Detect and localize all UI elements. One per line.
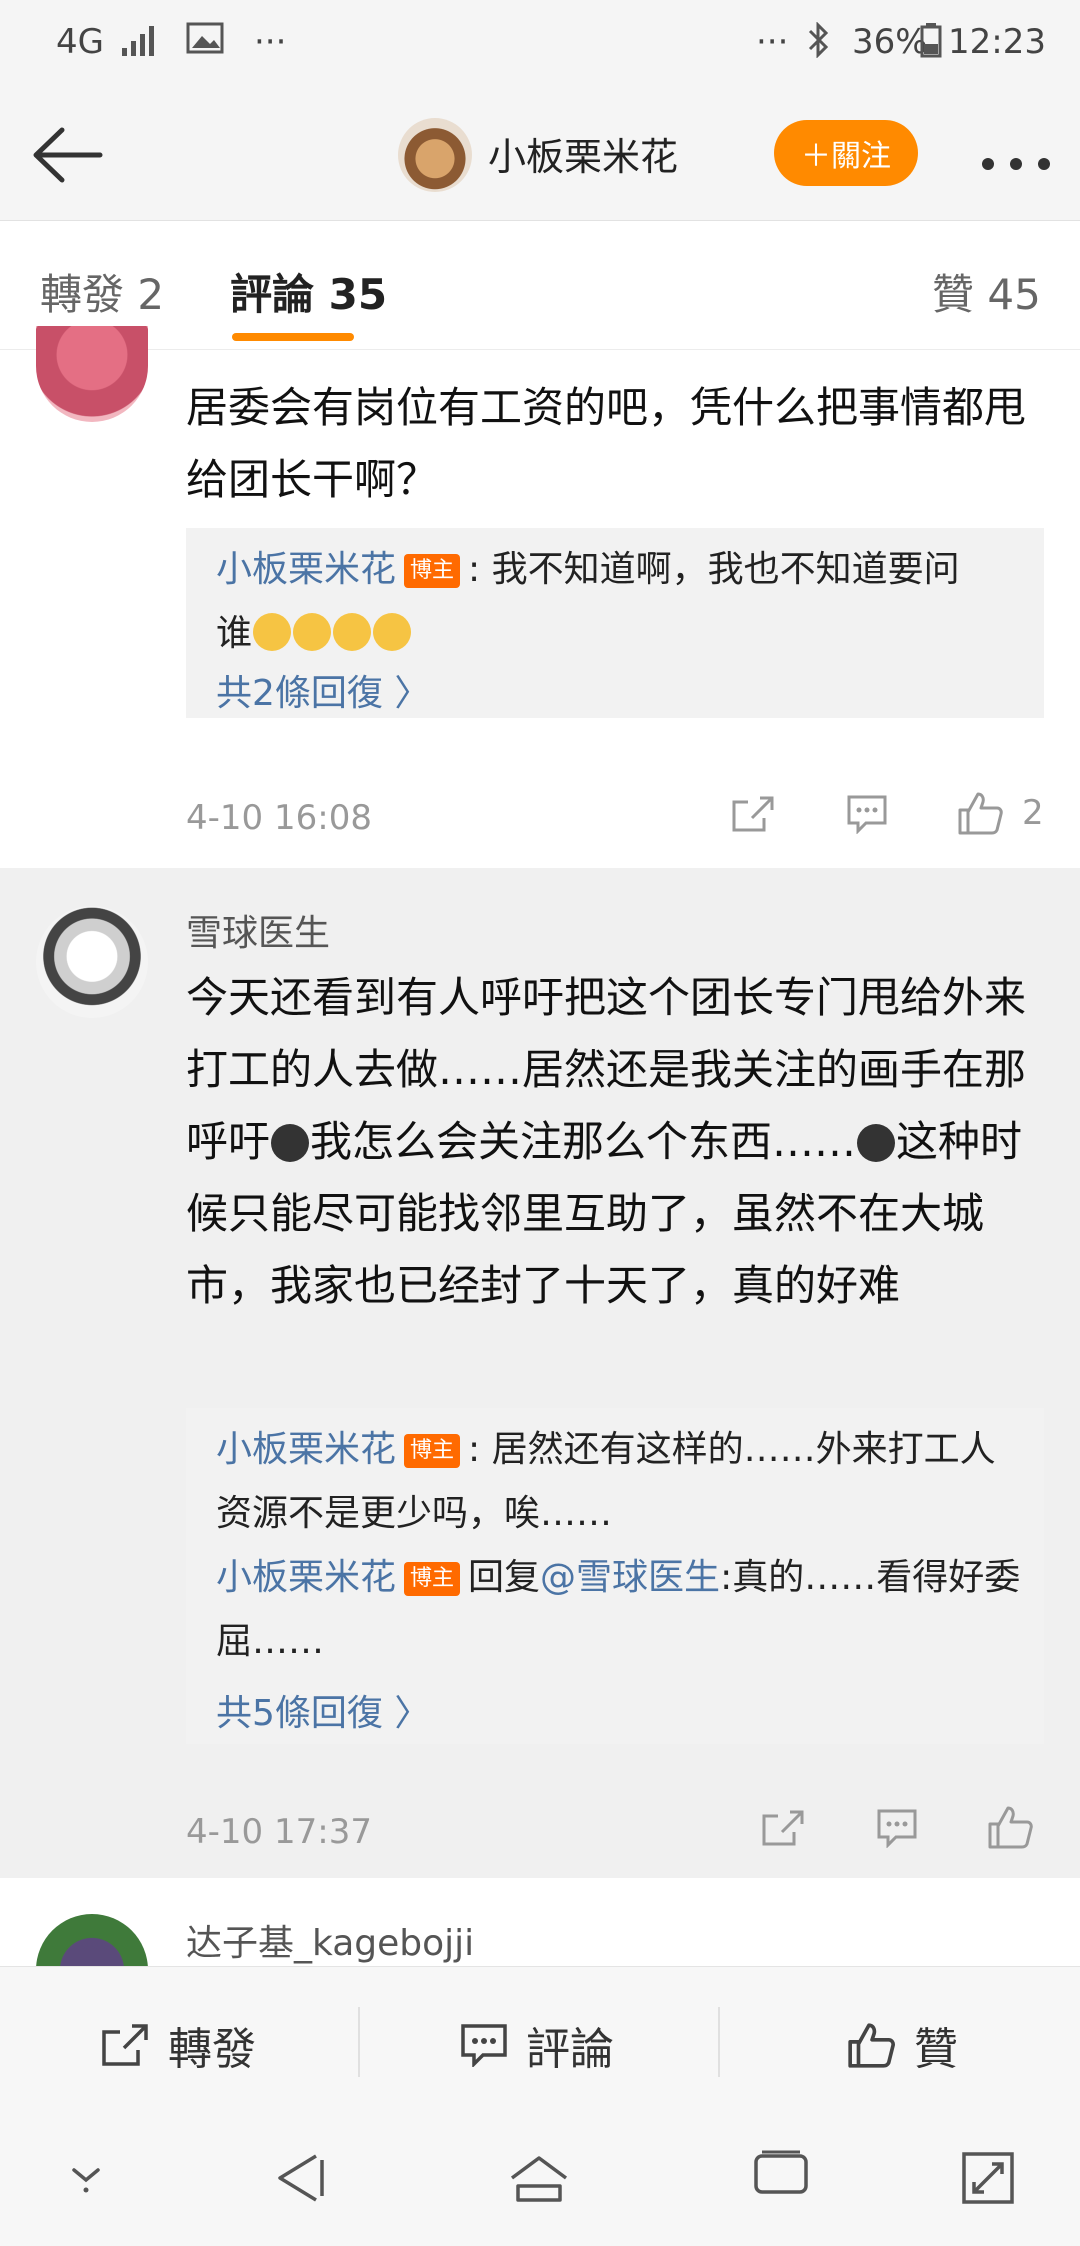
comment-text: 今天还看到有人呼吁把这个团长专门甩给外来打工的人去做……居然还是我关注的画手在那… [186,962,1046,1322]
chevron-down-icon[interactable] [62,2150,110,2202]
thumbs-up-icon [848,2023,895,2068]
nav-home-icon[interactable] [508,2150,570,2210]
crying-emoji-icon [293,613,332,651]
comment-time: 4-10 17:37 [186,1812,372,1852]
more-icon[interactable] [980,134,1052,185]
crying-emoji-icon [253,613,292,651]
mention-link[interactable]: @雪球医生 [540,1557,720,1598]
tab-comments[interactable]: 評論 35 [230,261,387,322]
like-button[interactable]: 2 [956,790,1044,836]
back-arrow-icon[interactable] [28,120,108,190]
system-nav-bar [0,2116,1080,2246]
comment-item-highlighted: 雪球医生 今天还看到有人呼吁把这个团长专门甩给外来打工的人去做……居然还是我关注… [0,868,1080,1878]
share-icon[interactable] [730,794,776,838]
tab-likes[interactable]: 贊 45 [932,261,1041,322]
thumbs-up-icon[interactable] [986,1804,1034,1854]
reply-box[interactable]: 小板栗米花 博主: 我不知道啊，我也不知道要问 谁 共2條回復 〉 [186,528,1044,718]
author-badge: 博主 [404,1434,461,1468]
battery-icon [920,22,942,67]
reply-preview: 小板栗米花 博主: 居然还有这样的……外来打工人资源不是更少吗，唉…… [216,1418,1026,1546]
expand-icon[interactable] [960,2150,1016,2210]
clock: 12:23 [948,22,1046,62]
crying-emoji-icon [333,613,372,651]
follow-button[interactable]: ＋關注 [774,120,918,186]
reply-box[interactable]: 小板栗米花 博主: 居然还有这样的……外来打工人资源不是更少吗，唉…… 小板栗米花… [186,1408,1044,1744]
comment-text-part: 我怎么会关注那么个东西…… [310,1117,857,1166]
thumbs-up-icon [958,792,1003,835]
status-bar: 4G ··· ··· 36% 12:23 [0,0,1080,90]
toolbar-divider [718,2007,720,2077]
like-label: 贊 [914,2024,958,2075]
more-notifications: ··· [254,22,287,62]
commenter-avatar[interactable] [36,1914,148,1966]
reply-text: : 我不知道啊，我也不知道要问 [468,549,960,590]
comment-label: 評論 [526,2024,614,2075]
toolbar-divider [358,2007,360,2077]
nav-recents-icon[interactable] [752,2150,810,2202]
commenter-name[interactable]: 达子基_kagebojji [186,1914,474,1966]
author-avatar[interactable] [398,118,472,192]
tab-repost[interactable]: 轉發 2 [40,261,164,322]
active-tab-indicator [232,333,354,341]
bluetooth-icon [804,21,832,67]
signal-icon [120,22,160,65]
bottom-toolbar: 轉發 評論 贊 [0,1966,1080,2117]
reply-author[interactable]: 小板栗米花 [216,1429,396,1470]
author-badge: 博主 [404,554,461,588]
battery-percent: 36% [852,22,928,62]
share-icon[interactable] [760,1808,806,1852]
reply-author[interactable]: 小板栗米花 [216,549,396,590]
commenter-name[interactable]: 雪球医生 [186,904,330,956]
tab-bar: 轉發 2 評論 35 贊 45 [0,221,1080,350]
network-indicator: 4G [56,22,104,62]
reply-author[interactable]: 小板栗米花 [216,1557,396,1598]
crying-emoji-icon [373,613,412,651]
commenter-avatar[interactable] [36,326,148,422]
author-name[interactable]: 小板栗米花 [488,126,678,181]
image-icon [186,22,224,63]
repost-button[interactable]: 轉發 [100,2013,256,2077]
comment-item: 达子基_kagebojji [0,1878,1080,1966]
comment-button[interactable]: 評論 [460,2013,614,2077]
status-dots: ··· [756,22,789,62]
comment-icon [461,2024,507,2067]
tear-emoji-icon [857,1124,896,1162]
like-button[interactable]: 贊 [846,2013,958,2077]
reply-preview: 小板栗米花 博主: 我不知道啊，我也不知道要问 谁 [216,538,1026,666]
view-more-replies[interactable]: 共5條回復 〉 [216,1684,430,1736]
nav-back-icon[interactable] [272,2150,328,2210]
tear-emoji-icon [271,1124,310,1162]
comment-item: 居委会有岗位有工资的吧，凭什么把事情都甩给团长干啊？ 小板栗米花 博主: 我不知道… [0,326,1080,868]
commenter-avatar[interactable] [36,906,148,1018]
like-count: 2 [1022,793,1044,833]
repost-label: 轉發 [168,2024,256,2075]
comment-icon[interactable] [876,1808,918,1852]
comment-time: 4-10 16:08 [186,798,372,838]
share-icon [102,2024,148,2066]
reply-prefix: 回复 [468,1557,541,1598]
comment-text: 居委会有岗位有工资的吧，凭什么把事情都甩给团长干啊？ [186,383,1027,504]
reply-text-cont: 谁 [216,613,253,654]
author-badge: 博主 [404,1562,461,1596]
app-header: 小板栗米花 ＋關注 [0,90,1080,221]
reply-preview: 小板栗米花 博主 回复@雪球医生:真的……看得好委屈…… [216,1546,1026,1674]
view-more-replies[interactable]: 共2條回復 〉 [216,664,430,716]
comment-icon[interactable] [846,794,888,838]
